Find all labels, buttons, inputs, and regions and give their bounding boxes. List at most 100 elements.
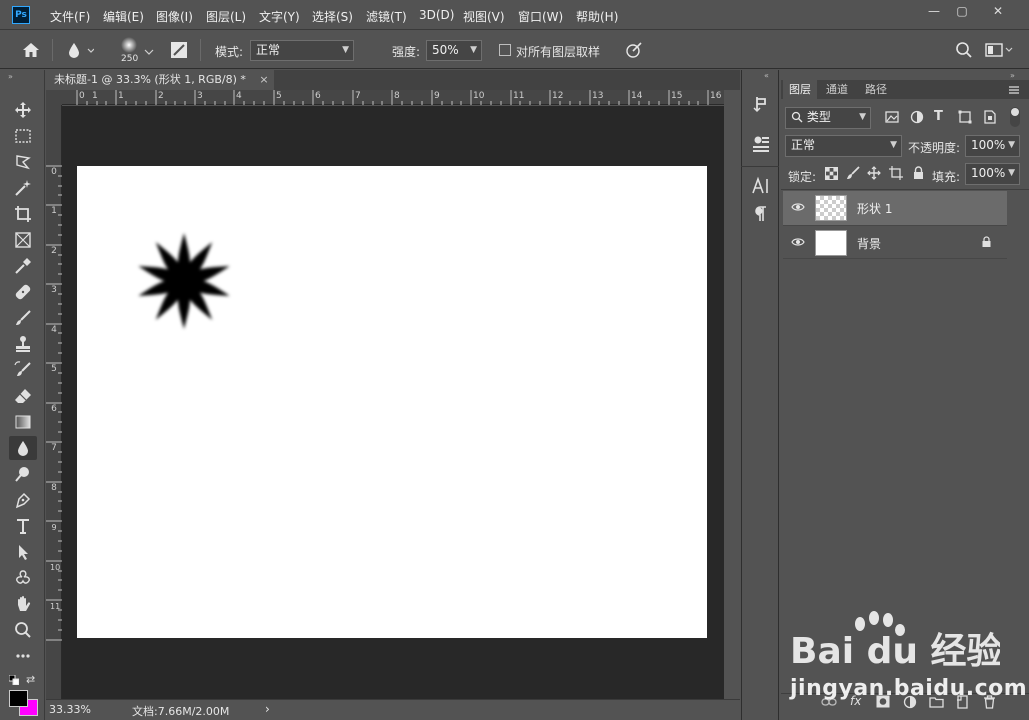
paragraph-panel-icon[interactable] <box>750 204 772 226</box>
move-tool-icon[interactable] <box>9 98 37 122</box>
star-shape[interactable] <box>131 230 237 332</box>
menu-layer[interactable]: 图层(L) <box>206 8 246 25</box>
more-tools-icon[interactable] <box>9 644 37 668</box>
maximize-button[interactable]: ▢ <box>946 2 978 20</box>
layer-row-shape[interactable]: 形状 1 <box>783 191 1007 225</box>
healing-brush-tool-icon[interactable] <box>9 280 37 304</box>
lock-all-icon[interactable] <box>912 166 925 183</box>
tab-channels[interactable]: 通道 <box>820 80 854 99</box>
path-selection-tool-icon[interactable] <box>9 540 37 564</box>
menu-help[interactable]: 帮助(H) <box>576 8 618 25</box>
lock-artboard-icon[interactable] <box>889 166 903 183</box>
panel-menu-icon[interactable] <box>1008 84 1020 98</box>
filter-toggle[interactable] <box>1010 107 1020 127</box>
collapse-panels-icon[interactable]: « <box>764 71 769 80</box>
blend-mode-dropdown[interactable]: 正常 ▼ <box>785 135 902 157</box>
lock-brush-icon[interactable] <box>846 166 860 183</box>
magic-wand-tool-icon[interactable] <box>9 176 37 200</box>
tab-layers[interactable]: 图层 <box>783 80 817 99</box>
ruler-label: 2 <box>51 246 57 256</box>
eraser-tool-icon[interactable] <box>9 384 37 408</box>
close-tab-icon[interactable]: × <box>259 73 268 86</box>
hand-tool-icon[interactable] <box>9 592 37 616</box>
foreground-color-swatch[interactable] <box>9 690 28 707</box>
menu-file[interactable]: 文件(F) <box>50 8 90 25</box>
menu-filter[interactable]: 滤镜(T) <box>366 8 407 25</box>
status-menu-arrow-icon[interactable]: › <box>265 702 270 716</box>
filter-shape-icon[interactable] <box>958 110 972 127</box>
pen-tool-icon[interactable] <box>9 488 37 512</box>
workspace-icon[interactable] <box>985 42 1015 61</box>
layer-filter-dropdown[interactable]: 类型 ▼ <box>785 107 871 129</box>
history-brush-tool-icon[interactable] <box>9 358 37 382</box>
ruler-label: 9 <box>434 91 440 101</box>
clone-stamp-tool-icon[interactable] <box>9 332 37 356</box>
zoom-level[interactable]: 33.33% <box>49 703 91 716</box>
ruler-label: 4 <box>51 325 57 335</box>
layer-name: 形状 1 <box>857 202 893 216</box>
marquee-tool-icon[interactable] <box>9 124 37 148</box>
lasso-tool-icon[interactable] <box>9 150 37 174</box>
filter-pixel-icon[interactable] <box>885 110 899 127</box>
eye-icon[interactable] <box>791 201 805 216</box>
filter-type-icon[interactable]: T <box>934 109 943 124</box>
gradient-tool-icon[interactable] <box>9 410 37 434</box>
zoom-tool-icon[interactable] <box>9 618 37 642</box>
swap-colors-icon[interactable]: ⇄ <box>26 673 35 686</box>
mode-dropdown[interactable]: 正常 ▼ <box>250 40 354 61</box>
watermark-brand: Bai du 经验 <box>790 631 1000 672</box>
default-colors-icon[interactable] <box>8 674 20 688</box>
menu-type[interactable]: 文字(Y) <box>259 8 300 25</box>
brush-preview-icon[interactable] <box>118 36 140 54</box>
eyedropper-tool-icon[interactable] <box>9 254 37 278</box>
sample-all-checkbox[interactable] <box>499 44 511 56</box>
history-panel-icon[interactable] <box>750 94 772 116</box>
toolbar-collapse-icon[interactable]: » <box>8 72 13 81</box>
menu-view[interactable]: 视图(V) <box>463 8 505 25</box>
ruler-label: 3 <box>51 285 57 295</box>
opacity-value: 100% <box>971 138 1006 152</box>
document-canvas[interactable] <box>77 166 707 638</box>
menu-edit[interactable]: 编辑(E) <box>103 8 144 25</box>
panel-collapse-icon[interactable]: » <box>1010 71 1015 80</box>
blur-tool-preset-icon[interactable] <box>66 41 95 62</box>
close-button[interactable]: ✕ <box>982 2 1014 20</box>
dodge-tool-icon[interactable] <box>9 462 37 486</box>
menu-3d[interactable]: 3D(D) <box>419 8 454 22</box>
fill-input[interactable]: 100% ▼ <box>965 163 1020 185</box>
brush-settings-icon[interactable] <box>170 41 188 62</box>
custom-shape-tool-icon[interactable] <box>9 566 37 590</box>
menu-select[interactable]: 选择(S) <box>312 8 353 25</box>
brush-tool-icon[interactable] <box>9 306 37 330</box>
sample-all-label: 对所有图层取样 <box>516 45 601 59</box>
layer-row-background[interactable]: 背景 <box>783 225 1007 259</box>
type-tool-icon[interactable] <box>9 514 37 538</box>
chevron-down-icon[interactable] <box>144 45 154 59</box>
ruler-label: 4 <box>236 91 242 101</box>
blur-tool-icon[interactable] <box>9 436 37 460</box>
properties-panel-icon[interactable] <box>750 134 772 156</box>
lock-transparent-icon[interactable] <box>825 167 838 183</box>
home-icon[interactable] <box>22 41 40 62</box>
layer-thumbnail <box>815 230 847 256</box>
filter-smart-object-icon[interactable] <box>983 110 997 127</box>
ruler-corner <box>46 90 62 105</box>
character-panel-icon[interactable] <box>750 176 772 198</box>
vertical-scrollbar[interactable] <box>724 90 740 699</box>
lock-position-icon[interactable] <box>867 166 881 183</box>
crop-tool-icon[interactable] <box>9 202 37 226</box>
document-info: 文档:7.66M/2.00M <box>132 705 230 718</box>
opacity-input[interactable]: 100% ▼ <box>965 135 1020 157</box>
strength-value: 50% <box>432 43 459 57</box>
filter-adjustment-icon[interactable] <box>910 110 924 127</box>
eye-icon[interactable] <box>791 236 805 251</box>
frame-tool-icon[interactable] <box>9 228 37 252</box>
document-tab[interactable]: 未标题-1 @ 33.3% (形状 1, RGB/8) * × <box>46 70 274 90</box>
menu-window[interactable]: 窗口(W) <box>518 8 563 25</box>
menu-image[interactable]: 图像(I) <box>156 8 193 25</box>
pressure-icon[interactable] <box>625 41 643 62</box>
search-icon[interactable] <box>955 41 973 62</box>
tab-paths[interactable]: 路径 <box>859 80 893 99</box>
lock-icon <box>981 236 992 251</box>
strength-input[interactable]: 50% ▼ <box>426 40 482 61</box>
